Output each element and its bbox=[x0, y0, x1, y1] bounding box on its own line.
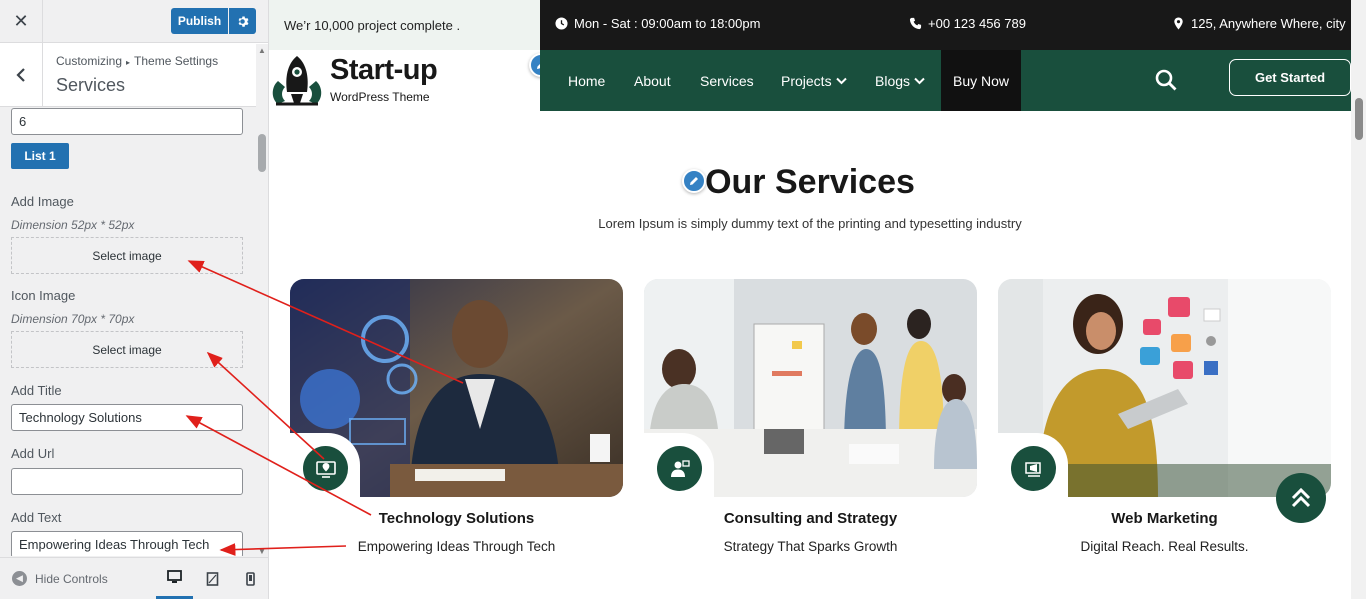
section-header: Customizing ▸ Theme Settings Services bbox=[0, 43, 268, 107]
icon-image-dimension: Dimension 70px * 70px bbox=[11, 312, 135, 326]
scrollbar-thumb[interactable] bbox=[258, 134, 266, 172]
customizer-sidebar: ✕ Publish Customizing ▸ Theme Settings Ser… bbox=[0, 0, 269, 599]
add-text-label: Add Text bbox=[11, 510, 62, 525]
item-count-input[interactable] bbox=[11, 108, 243, 135]
publish-button[interactable]: Publish bbox=[171, 8, 228, 34]
preview-scrollbar-thumb[interactable] bbox=[1355, 98, 1363, 140]
add-image-label: Add Image bbox=[11, 194, 74, 209]
collapse-arrow-icon: ◀ bbox=[12, 571, 27, 586]
card-text: Strategy That Sparks Growth bbox=[723, 539, 898, 554]
tablet-preview-icon[interactable] bbox=[194, 558, 231, 599]
phone-text: +00 123 456 789 bbox=[928, 16, 1026, 31]
nav-projects-label: Projects bbox=[781, 72, 832, 89]
hours-info: Mon - Sat : 09:00am to 18:00pm bbox=[555, 16, 760, 31]
list-1-button[interactable]: List 1 bbox=[11, 143, 69, 169]
add-title-label: Add Title bbox=[11, 383, 62, 398]
nav-buy-now[interactable]: Buy Now bbox=[941, 50, 1022, 111]
services-subheading: Lorem Ipsum is simply dummy text of the … bbox=[598, 216, 1022, 231]
logo-title: Start-up bbox=[330, 54, 438, 86]
icon-image-select-button[interactable]: Select image bbox=[11, 331, 243, 368]
topbar-info: Mon - Sat : 09:00am to 18:00pm +00 123 4… bbox=[540, 0, 1351, 50]
breadcrumb-customizing: Customizing bbox=[56, 54, 123, 68]
icon-image-label: Icon Image bbox=[11, 288, 76, 303]
nav-blogs[interactable]: Blogs bbox=[875, 50, 925, 111]
url-input[interactable] bbox=[11, 468, 243, 495]
topbar-promo: We’r 10,000 project complete . bbox=[269, 0, 540, 50]
text-input[interactable] bbox=[11, 531, 243, 556]
hide-controls-label: Hide Controls bbox=[35, 571, 108, 586]
scroll-down-icon[interactable]: ▼ bbox=[258, 547, 266, 556]
hours-text: Mon - Sat : 09:00am to 18:00pm bbox=[574, 16, 761, 31]
breadcrumb-theme-settings: Theme Settings bbox=[134, 54, 219, 68]
card-title: Consulting and Strategy bbox=[723, 510, 898, 527]
title-input[interactable] bbox=[11, 404, 243, 431]
nav-services[interactable]: Services bbox=[700, 50, 754, 111]
sidebar-scrollbar[interactable]: ▲ ▼ bbox=[256, 44, 268, 556]
add-image-select-button[interactable]: Select image bbox=[11, 237, 243, 274]
nav-blogs-label: Blogs bbox=[875, 72, 911, 89]
services-heading: Our Services bbox=[705, 163, 915, 201]
rocket-logo-icon bbox=[272, 56, 322, 106]
controls-panel: List 1 Add Image Dimension 52px * 52px S… bbox=[0, 107, 256, 556]
search-icon[interactable] bbox=[1154, 68, 1178, 92]
section-title: Services bbox=[56, 75, 126, 95]
scroll-to-top-button[interactable] bbox=[1276, 473, 1326, 523]
desktop-preview-icon[interactable] bbox=[156, 558, 193, 599]
breadcrumb: Customizing ▸ Theme Settings bbox=[56, 54, 218, 68]
phone-icon bbox=[909, 17, 922, 30]
get-started-button[interactable]: Get Started bbox=[1229, 59, 1351, 96]
hide-controls-button[interactable]: ◀ Hide Controls bbox=[12, 571, 108, 586]
chevron-down-icon bbox=[914, 77, 925, 84]
close-icon[interactable]: ✕ bbox=[0, 0, 43, 42]
address-text: 125, Anywhere Where, city bbox=[1191, 16, 1346, 31]
double-chevron-up-icon bbox=[1291, 487, 1311, 508]
customizer-footer: ◀ Hide Controls bbox=[0, 557, 268, 599]
main-navigation: Home About Services Projects Blogs Buy N… bbox=[540, 50, 1351, 111]
card-text: Digital Reach. Real Results. bbox=[1080, 539, 1249, 554]
clock-icon bbox=[555, 17, 568, 30]
phone-info: +00 123 456 789 bbox=[909, 16, 1026, 31]
logo-subtitle: WordPress Theme bbox=[330, 90, 430, 104]
card-text: Empowering Ideas Through Tech bbox=[357, 539, 556, 554]
scroll-up-icon[interactable]: ▲ bbox=[258, 46, 266, 55]
publish-settings-gear-icon[interactable] bbox=[229, 8, 256, 34]
site-logo[interactable]: Start-up WordPress Theme bbox=[269, 50, 540, 111]
nav-home[interactable]: Home bbox=[568, 50, 605, 111]
address-info: 125, Anywhere Where, city bbox=[1172, 16, 1346, 31]
nav-about[interactable]: About bbox=[634, 50, 671, 111]
chevron-down-icon bbox=[835, 77, 847, 84]
card-title: Technology Solutions bbox=[378, 510, 535, 527]
tech-location-icon bbox=[303, 446, 348, 491]
marketing-megaphone-icon bbox=[1011, 446, 1056, 491]
nav-projects[interactable]: Projects bbox=[781, 50, 847, 111]
customizer-header-bar: ✕ Publish bbox=[0, 0, 268, 43]
breadcrumb-separator: ▸ bbox=[126, 58, 131, 67]
mobile-preview-icon[interactable] bbox=[232, 558, 269, 599]
location-pin-icon bbox=[1174, 17, 1183, 30]
add-image-dimension: Dimension 52px * 52px bbox=[11, 218, 135, 232]
preview-scrollbar[interactable] bbox=[1351, 0, 1366, 599]
consulting-person-icon bbox=[657, 446, 702, 491]
back-arrow-icon[interactable] bbox=[0, 43, 43, 106]
add-url-label: Add Url bbox=[11, 446, 55, 461]
site-preview: We’r 10,000 project complete . Mon - Sat… bbox=[269, 0, 1351, 599]
